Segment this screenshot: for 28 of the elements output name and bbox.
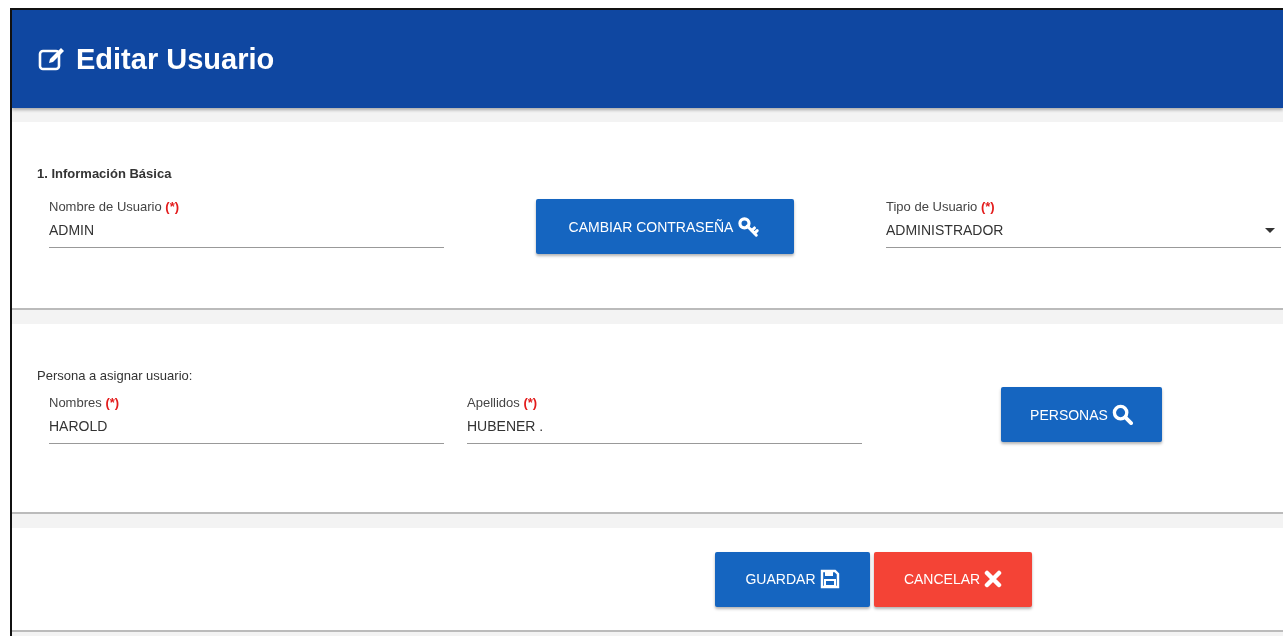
dropdown-arrow-icon [1265, 227, 1275, 233]
required-mark: (*) [980, 199, 995, 214]
field-label: Nombre de Usuario [49, 199, 162, 214]
section-title: Persona a asignar usuario: [37, 368, 194, 383]
search-icon [1111, 404, 1133, 425]
field-label: Tipo de Usuario [886, 199, 978, 214]
save-button[interactable]: GUARDAR [715, 551, 870, 607]
close-icon [984, 570, 1003, 588]
change-password-button[interactable]: CAMBIAR CONTRASEÑA [536, 199, 794, 254]
required-mark: (*) [105, 395, 120, 410]
field-value: ADMIN [49, 222, 96, 238]
personas-button[interactable]: PERSONAS [1001, 387, 1162, 442]
field-value: ADMINISTRADOR [886, 222, 1004, 238]
page-title: Editar Usuario [76, 42, 275, 76]
text-field[interactable]: Apellidos (*) HUBENER . [467, 395, 862, 444]
field-label: Nombres [49, 395, 102, 410]
text-field[interactable]: Nombres (*) HAROLD [49, 395, 444, 444]
field-value: HUBENER . [467, 418, 545, 434]
required-mark: (*) [165, 199, 180, 214]
key-icon [737, 216, 762, 237]
edit-icon [38, 46, 66, 72]
section-title: 1. Información Básica [37, 166, 173, 181]
select-field[interactable]: Tipo de Usuario (*) ADMINISTRADOR [886, 199, 1281, 248]
cancel-button[interactable]: CANCELAR [874, 551, 1032, 607]
required-mark: (*) [523, 395, 538, 410]
field-label: Apellidos [467, 395, 520, 410]
text-field[interactable]: Nombre de Usuario (*) ADMIN [49, 199, 444, 248]
field-value: HAROLD [49, 418, 109, 434]
